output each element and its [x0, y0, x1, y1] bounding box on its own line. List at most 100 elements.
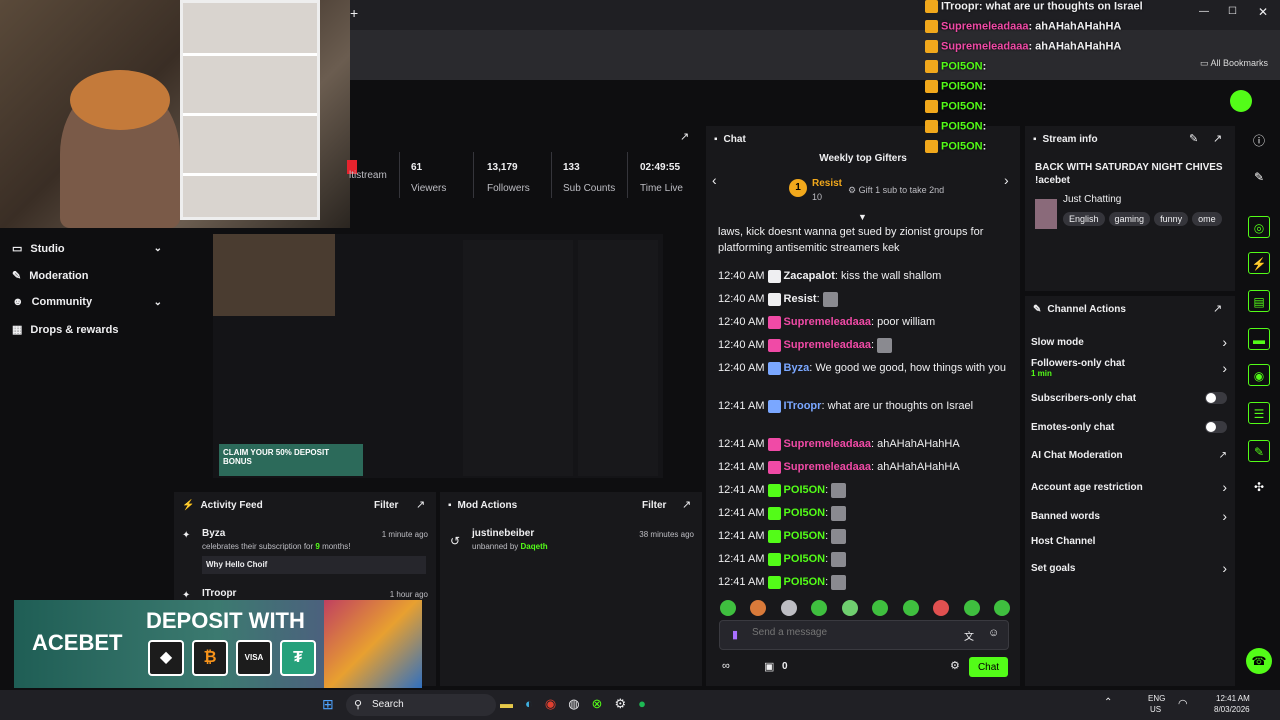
emote-icon[interactable]	[993, 600, 1010, 616]
chevron-right-icon[interactable]: ›	[1004, 172, 1009, 188]
emote-icon[interactable]	[933, 600, 950, 616]
chat-username[interactable]: Supremeleadaaa	[784, 461, 871, 473]
channel-action-item[interactable]: Account age restriction ›	[1031, 479, 1227, 495]
sidebar-item-studio[interactable]: ▭ Studio ⌄	[12, 242, 162, 256]
broadcast-icon[interactable]: ◉	[1248, 364, 1270, 386]
activity-filter-button[interactable]: Filter	[374, 500, 398, 511]
settings-icon[interactable]: ⚙	[614, 696, 626, 714]
lightning-icon[interactable]: ⚡	[1248, 252, 1270, 274]
chat-username[interactable]: Byza	[784, 362, 810, 374]
popout-icon[interactable]: ↗	[1213, 302, 1222, 315]
sidebar-item-drops[interactable]: ▦ Drops & rewards	[12, 323, 162, 337]
wrench-icon[interactable]: ✎	[1248, 440, 1270, 462]
tag-chip[interactable]: ome	[1192, 212, 1222, 226]
chat-username[interactable]: POI5ON	[784, 507, 826, 519]
emote-icon[interactable]	[780, 600, 797, 616]
chat-username[interactable]: Supremeleadaaa	[784, 316, 871, 328]
bookmarks-link[interactable]: ▭ All Bookmarks	[1200, 58, 1268, 69]
steam-icon[interactable]: ◍	[568, 696, 579, 714]
minimize-icon[interactable]: —	[1199, 6, 1209, 17]
emote-icon[interactable]	[963, 600, 980, 616]
channel-action-item[interactable]: Subscribers-only chat	[1031, 392, 1227, 404]
popout-icon[interactable]: ↗	[1213, 132, 1222, 145]
chat-username[interactable]: Supremeleadaaa	[784, 438, 871, 450]
new-tab-button[interactable]: +	[350, 5, 358, 21]
wifi-icon[interactable]: ◠	[1178, 697, 1188, 710]
chevron-left-icon[interactable]: ‹	[712, 172, 717, 188]
windows-start-icon[interactable]: ⊞	[322, 696, 334, 713]
chat-username[interactable]: Zacapalot	[784, 270, 835, 282]
emoji-icon[interactable]: ☺	[988, 627, 999, 639]
emote-icon[interactable]	[750, 600, 767, 616]
chevron-up-icon[interactable]: ⌃	[1104, 697, 1112, 708]
toggle-switch[interactable]	[1205, 392, 1227, 404]
maximize-icon[interactable]: ☐	[1228, 6, 1237, 17]
help-icon[interactable]: ☎	[1246, 648, 1272, 674]
sidebar-item-moderation[interactable]: ✎ Moderation	[12, 269, 162, 283]
channel-action-item[interactable]: Followers-only chat 1 min ›	[1031, 358, 1227, 378]
send-chat-button[interactable]: Chat	[969, 657, 1008, 677]
category-name[interactable]: Just Chatting	[1063, 194, 1121, 205]
clipboard-icon[interactable]: ▤	[1248, 290, 1270, 312]
chat-username[interactable]: POI5ON	[784, 484, 826, 496]
translate-icon[interactable]: 文	[964, 628, 974, 643]
language-indicator[interactable]: ENG	[1148, 694, 1165, 703]
close-icon[interactable]: ✕	[1258, 5, 1268, 19]
mod-filter-button[interactable]: Filter	[642, 500, 666, 511]
pencil-icon[interactable]: ✎	[1248, 166, 1270, 188]
emote-icon[interactable]	[811, 600, 828, 616]
channel-action-item[interactable]: Set goals ›	[1031, 560, 1227, 576]
chat-username[interactable]: POI5ON	[784, 553, 826, 565]
target-icon[interactable]: ◎	[1248, 216, 1270, 238]
chrome-icon[interactable]: ◉	[545, 696, 556, 714]
chat-input[interactable]	[752, 627, 952, 638]
info-icon[interactable]: ⓘ	[1248, 130, 1270, 152]
spotify-icon[interactable]: ●	[638, 696, 646, 714]
channel-action-item[interactable]: Emotes-only chat	[1031, 421, 1227, 433]
mod-name[interactable]: Daqeth	[521, 542, 548, 551]
xbox-icon[interactable]: ⊗	[592, 696, 603, 714]
emote-icon[interactable]	[902, 600, 919, 616]
popout-icon[interactable]: ↗	[416, 498, 425, 511]
channel-action-item[interactable]: Slow mode ›	[1031, 334, 1227, 350]
channel-action-item[interactable]: Banned words ›	[1031, 508, 1227, 524]
microphone-icon[interactable]: ▮	[732, 628, 738, 641]
gift-hint[interactable]: ⚙ Gift 1 sub to take 2nd	[848, 185, 944, 196]
channel-action-item[interactable]: AI Chat Moderation ↗	[1031, 450, 1227, 461]
emote-icon[interactable]	[841, 600, 858, 616]
emote-icon[interactable]	[720, 600, 736, 616]
taskbar-search[interactable]: ⚲ Search	[346, 694, 496, 716]
chat-username[interactable]: POI5ON	[784, 576, 826, 588]
chat-username[interactable]: POI5ON	[784, 530, 826, 542]
edge-icon[interactable]: ◐	[525, 696, 533, 714]
gifter-name[interactable]: Resist	[812, 178, 842, 189]
mod-target-user[interactable]: justinebeiber	[472, 528, 534, 539]
activity-user[interactable]: ITroopr	[202, 588, 236, 599]
tag-chip[interactable]: English	[1063, 212, 1105, 226]
chat-username[interactable]: Resist	[784, 293, 817, 305]
chat-username[interactable]: ITroopr	[784, 400, 822, 412]
profile-avatar[interactable]	[1230, 90, 1252, 112]
toggle-switch[interactable]	[1205, 421, 1227, 433]
stream-preview[interactable]: CLAIM YOUR 50% DEPOSIT BONUS	[213, 234, 663, 478]
popout-icon[interactable]: ↗	[682, 498, 691, 511]
edit-icon[interactable]: ✎	[1189, 132, 1198, 145]
activity-user[interactable]: Byza	[202, 528, 225, 539]
clock-time[interactable]: 12:41 AM	[1216, 694, 1250, 703]
loop-icon[interactable]: ∞	[722, 660, 730, 672]
file-explorer-icon[interactable]: ▬	[500, 696, 513, 714]
channel-action-item[interactable]: Host Channel	[1031, 536, 1227, 547]
chat-input-box[interactable]: ▮ 文 ☺	[719, 620, 1009, 650]
chat-bubble-icon[interactable]: ▬	[1248, 328, 1270, 350]
sidebar-item-community[interactable]: ☻ Community ⌄	[12, 296, 162, 308]
tag-chip[interactable]: funny	[1154, 212, 1189, 226]
popout-icon[interactable]: ↗	[680, 130, 689, 143]
list-icon[interactable]: ☰	[1248, 402, 1270, 424]
settings-icon[interactable]: ⚙	[950, 659, 960, 672]
drops-icon[interactable]: ✣	[1248, 476, 1270, 498]
emote-icon[interactable]	[872, 600, 889, 616]
chat-username[interactable]: Supremeleadaaa	[784, 339, 871, 351]
tag-chip[interactable]: gaming	[1108, 212, 1151, 226]
acebet-ad[interactable]: ACEBET DEPOSIT WITH ◆ ₿ VISA ₮	[14, 600, 422, 688]
collapse-icon[interactable]: ▼	[858, 212, 867, 222]
